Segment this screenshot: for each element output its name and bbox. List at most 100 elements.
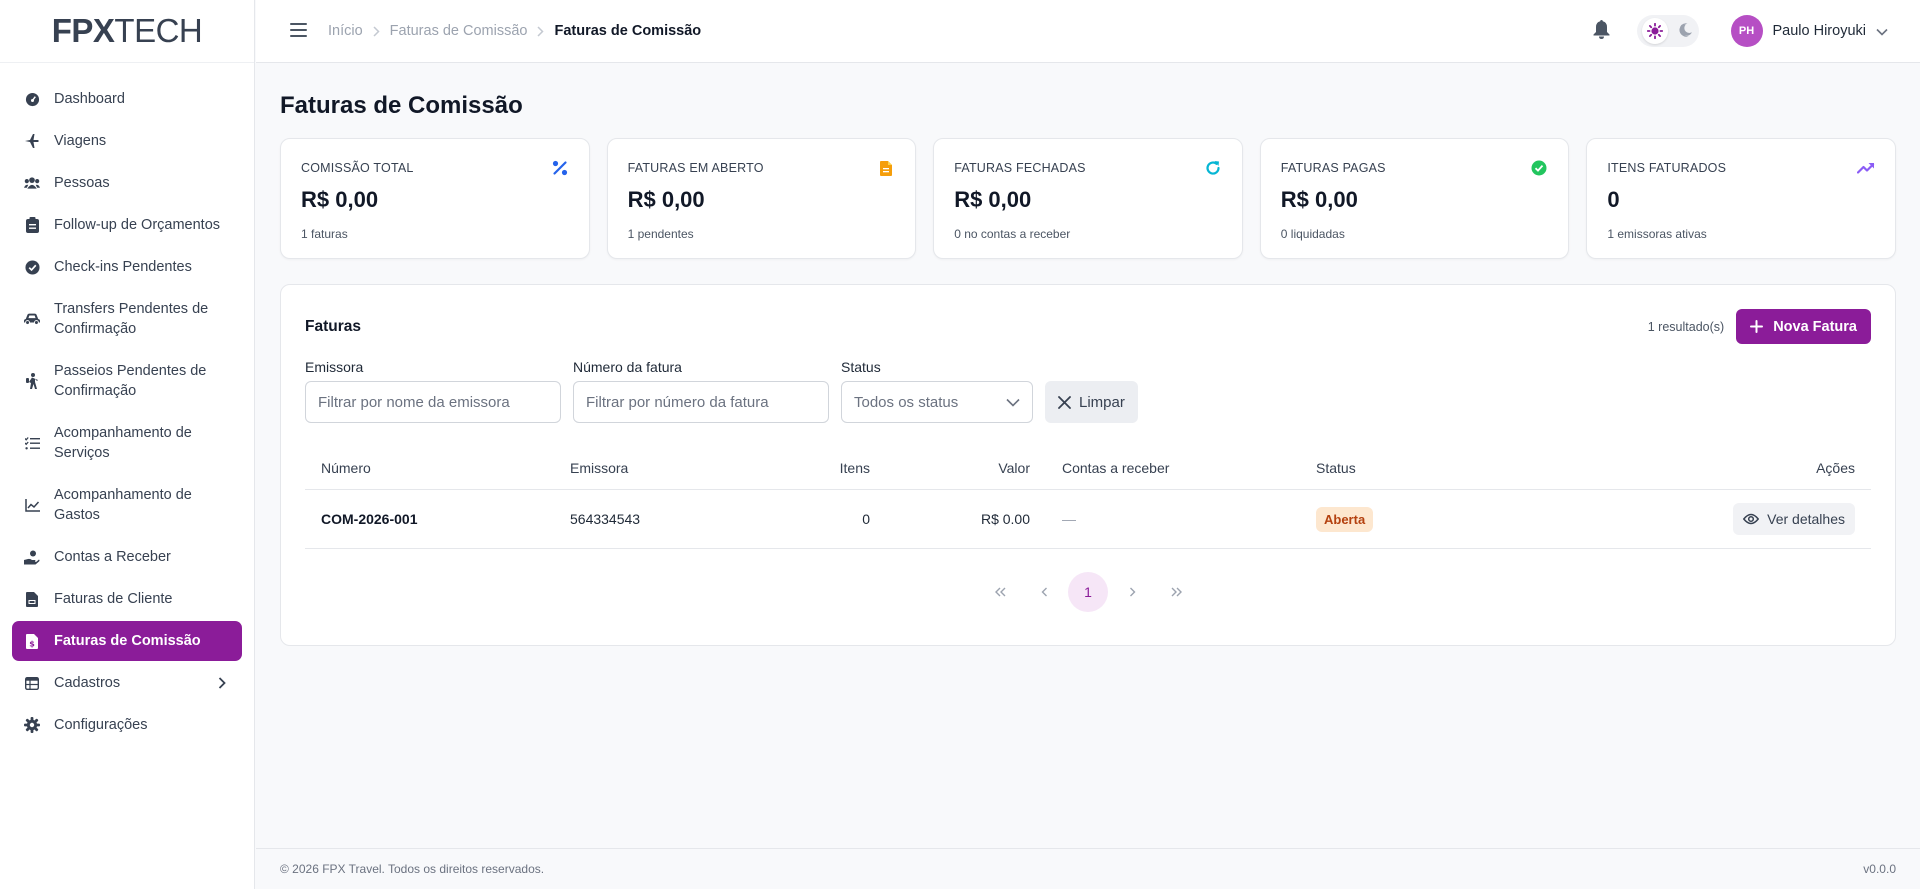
- breadcrumb-home[interactable]: Início: [318, 23, 373, 39]
- last-page-button[interactable]: [1156, 572, 1196, 612]
- sidebar-item-dashboard[interactable]: Dashboard: [12, 79, 242, 119]
- chevron-right-icon: [537, 25, 545, 37]
- chart-line-icon: [24, 497, 40, 513]
- result-count: 1 resultado(s): [1647, 319, 1725, 334]
- sidebar-item-gastos[interactable]: Acompanhamento de Gastos: [12, 475, 242, 535]
- filter-emissora: Emissora: [305, 359, 561, 423]
- col-numero[interactable]: Número: [305, 460, 570, 476]
- theme-toggle[interactable]: [1636, 15, 1699, 47]
- col-valor[interactable]: Valor: [870, 460, 1030, 476]
- clear-filters-button[interactable]: Limpar: [1045, 381, 1138, 423]
- view-details-label: Ver detalhes: [1767, 511, 1845, 527]
- sidebar-item-label: Passeios Pendentes de Confirmação: [54, 363, 207, 399]
- sidebar-item-label: Contas a Receber: [54, 549, 171, 565]
- menu-toggle-button[interactable]: [288, 21, 308, 41]
- moon-icon: [1679, 22, 1695, 40]
- cell-itens: 0: [862, 511, 870, 527]
- users-icon: [24, 175, 40, 191]
- stat-sub: 0 no contas a receber: [954, 227, 1071, 241]
- stat-value: R$ 0,00: [627, 187, 705, 212]
- col-itens[interactable]: Itens: [770, 460, 870, 476]
- svg-text:$: $: [29, 639, 35, 648]
- sidebar-item-check-ins[interactable]: Check-ins Pendentes: [12, 247, 242, 287]
- version-text: v0.0.0: [1863, 862, 1896, 876]
- sidebar-item-label: Acompanhamento de Gastos: [54, 487, 192, 523]
- sidebar-item-cadastros[interactable]: Cadastros: [12, 663, 242, 703]
- panel-title: Faturas: [305, 317, 361, 335]
- page-title: Faturas de Comissão: [280, 92, 523, 119]
- trend-up-icon: [1856, 159, 1875, 177]
- car-icon: [24, 311, 40, 327]
- sidebar-item-viagens[interactable]: Viagens: [12, 121, 242, 161]
- filter-label: Status: [841, 359, 881, 375]
- check-circle-icon: [24, 259, 40, 275]
- sidebar-item-transfers[interactable]: Transfers Pendentes de Confirmação: [12, 289, 242, 349]
- stat-value: 0: [1607, 187, 1620, 212]
- notifications-button[interactable]: [1591, 20, 1613, 42]
- list-check-icon: [24, 435, 40, 451]
- hand-coin-icon: [24, 549, 40, 565]
- new-invoice-button[interactable]: Nova Fatura: [1736, 309, 1871, 344]
- chevron-right-icon: [1129, 584, 1136, 600]
- stat-label: COMISSÃO TOTAL: [301, 161, 414, 175]
- check-circle-icon: [1530, 159, 1548, 177]
- col-emissora[interactable]: Emissora: [570, 460, 770, 476]
- avatar[interactable]: PH: [1730, 15, 1763, 47]
- sidebar-item-label: Faturas de Comissão: [54, 633, 201, 649]
- stat-card-comissao-total: COMISSÃO TOTAL R$ 0,00 1 faturas: [280, 138, 590, 259]
- cell-numero: COM-2026-001: [321, 511, 418, 527]
- stat-sub: 0 liquidadas: [1280, 227, 1345, 241]
- page-button-current[interactable]: 1: [1068, 572, 1108, 612]
- sun-icon: [1642, 18, 1668, 44]
- hiking-icon: [24, 372, 40, 389]
- breadcrumb-section[interactable]: Faturas de Comissão: [380, 23, 538, 39]
- col-acoes: Ações: [1816, 460, 1855, 476]
- user-name[interactable]: Paulo Hiroyuki: [1773, 23, 1867, 39]
- logo-thin: TECH: [114, 12, 203, 49]
- first-page-button[interactable]: [980, 572, 1020, 612]
- header-actions: PH Paulo Hiroyuki: [1591, 15, 1889, 47]
- stat-label: FATURAS EM ABERTO: [627, 161, 764, 175]
- col-status[interactable]: Status: [1316, 460, 1516, 476]
- sidebar-nav: Dashboard Viagens Pessoas Follow-up de O…: [0, 63, 254, 745]
- chevron-right-icon: [373, 25, 380, 37]
- breadcrumb-current: Faturas de Comissão: [554, 23, 702, 39]
- prev-page-button[interactable]: [1024, 572, 1064, 612]
- stats-row: COMISSÃO TOTAL R$ 0,00 1 faturas FATURAS…: [280, 138, 1896, 259]
- logo-bold: FPX: [51, 12, 115, 49]
- clear-filters-label: Limpar: [1079, 393, 1125, 411]
- sidebar-item-label: Viagens: [54, 133, 107, 149]
- emissora-filter-input[interactable]: [305, 381, 561, 423]
- stat-card-faturas-fechadas: FATURAS FECHADAS R$ 0,00 0 no contas a r…: [933, 138, 1243, 259]
- sidebar-item-faturas-comissao[interactable]: $ Faturas de Comissão: [12, 621, 242, 661]
- numero-filter-input[interactable]: [573, 381, 829, 423]
- clipboard-icon: [24, 217, 40, 233]
- sidebar-item-label: Transfers Pendentes de Confirmação: [54, 301, 209, 337]
- sidebar-item-label: Cadastros: [54, 675, 121, 691]
- file-icon: [877, 159, 895, 177]
- sidebar-item-follow-up[interactable]: Follow-up de Orçamentos: [12, 205, 242, 245]
- sidebar-item-pessoas[interactable]: Pessoas: [12, 163, 242, 203]
- table-icon: [24, 675, 40, 691]
- sidebar-item-configuracoes[interactable]: Configurações: [12, 705, 242, 745]
- footer: © 2026 FPX Travel. Todos os direitos res…: [256, 848, 1920, 889]
- stat-card-faturas-aberto: FATURAS EM ABERTO R$ 0,00 1 pendentes: [606, 138, 917, 259]
- next-page-button[interactable]: [1112, 572, 1152, 612]
- view-details-button[interactable]: Ver detalhes: [1733, 503, 1855, 535]
- stat-label: FATURAS PAGAS: [1280, 161, 1386, 175]
- logo[interactable]: FPXTECH: [0, 0, 254, 63]
- status-select[interactable]: Todos os status: [841, 381, 1033, 423]
- sidebar-item-faturas-cliente[interactable]: Faturas de Cliente: [12, 579, 242, 619]
- file-invoice-icon: [24, 591, 40, 607]
- table-row: COM-2026-001 564334543 0 R$ 0.00 — Abert…: [305, 490, 1871, 549]
- gauge-icon: [24, 91, 40, 107]
- sidebar-item-servicos[interactable]: Acompanhamento de Serviços: [12, 413, 242, 473]
- sidebar-item-contas-receber[interactable]: Contas a Receber: [12, 537, 242, 577]
- chevron-down-icon[interactable]: [1876, 23, 1888, 39]
- eye-icon: [1743, 513, 1760, 525]
- stat-sub: 1 pendentes: [627, 227, 694, 241]
- invoices-table: Número Emissora Itens Valor Contas a rec…: [305, 447, 1871, 549]
- sidebar-item-passeios[interactable]: Passeios Pendentes de Confirmação: [12, 351, 242, 411]
- cell-contas: —: [1062, 511, 1076, 527]
- stat-label: FATURAS FECHADAS: [954, 161, 1086, 175]
